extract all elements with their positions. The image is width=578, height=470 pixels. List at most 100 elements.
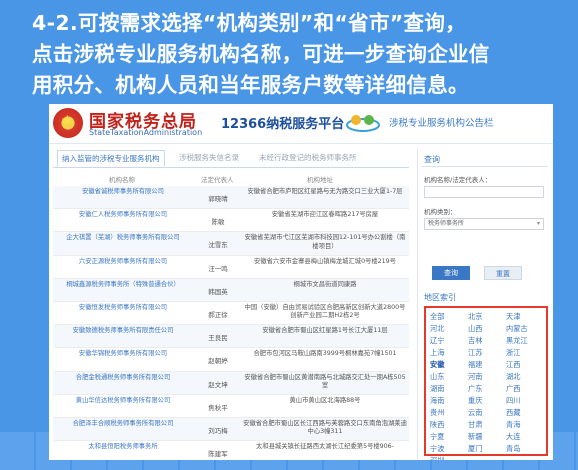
region-item[interactable]: 青海 xyxy=(506,420,544,431)
results-panel: 纳入监管的涉税专业服务机构 涉税服务失信名录 未经行政登记的税务师事务所 机构名… xyxy=(53,148,409,460)
org-name-link[interactable]: 企大祺置（芜湖）税务师事务所有限公司 xyxy=(53,234,193,243)
region-item[interactable]: 黑龙江 xyxy=(506,336,544,347)
category-value: 税务师事务所 xyxy=(428,220,465,227)
org-name-link[interactable]: 安徽恒发税务师事务所有限公司 xyxy=(53,304,193,313)
region-item[interactable]: 山西 xyxy=(468,324,506,335)
platform-title[interactable]: 12366纳税服务平台 xyxy=(221,113,344,132)
org-name-link[interactable]: 六安正源税务师事务所有限公司 xyxy=(53,258,193,267)
table-row: 合肥金税通税务师事务所有限公司 赵文坤 安徽省合肥市蜀山区黄潜南路与北城路交汇处一期… xyxy=(53,371,409,395)
chevron-down-icon: ▾ xyxy=(536,220,540,227)
region-item[interactable]: 江苏 xyxy=(468,348,506,359)
table-row: 合肥泽丰合顺税务师事务所有限公司刘巧梅 安徽省合肥市蜀山区长江西路与芙蓉路交口东南… xyxy=(53,417,409,442)
website-screenshot: 国家税务总局 StateTaxationAdministration 12366… xyxy=(49,104,553,460)
region-item[interactable]: 安徽 xyxy=(430,360,468,371)
legal-representative: 汪一鸣 xyxy=(208,264,228,273)
region-item[interactable]: 江西 xyxy=(506,360,544,371)
org-name-link[interactable]: 安徽省诚税师事务所有限公司 xyxy=(53,188,193,197)
region-grid: 全部 北京 天津河北 山西 内蒙古辽宁 吉林 黑龙江上海 江苏 浙江安徽 福建 江西山东 河南 湖北湖南… xyxy=(430,312,544,460)
legal-representative: 郝正徐 xyxy=(208,310,228,319)
category-tabs: 纳入监管的涉税专业服务机构 涉税服务失信名录 未经行政登记的税务师事务所 xyxy=(53,150,409,168)
org-name-link[interactable]: 安徽华锦税务师事务所有限公司 xyxy=(53,350,193,359)
region-item[interactable]: 浙江 xyxy=(506,348,544,359)
region-item[interactable]: 福建 xyxy=(468,360,506,371)
org-name-link[interactable]: 太和县恒阳税务师事务所 xyxy=(53,443,193,452)
legal-representative: 韩国英 xyxy=(208,287,228,296)
table-row: 桐城鑫源税务师事务所（特殊普通合伙） 韩国英 桐城市文昌街道同康路 xyxy=(53,278,409,302)
query-title: 查询 xyxy=(424,155,440,164)
region-item[interactable]: 河北 xyxy=(430,324,468,335)
tab-supervised[interactable]: 纳入监管的涉税专业服务机构 xyxy=(57,150,165,167)
region-item[interactable]: 深圳 xyxy=(430,456,468,460)
region-item[interactable]: 吉林 xyxy=(468,336,506,347)
region-item[interactable]: 重庆 xyxy=(468,396,506,407)
region-highlight-box: 全部 北京 天津河北 山西 内蒙古辽宁 吉林 黑龙江上海 江苏 浙江安徽 福建 江西山东 河南 湖北湖南… xyxy=(424,306,548,460)
legal-representative: 赵朝婷 xyxy=(208,357,228,366)
region-item[interactable]: 山东 xyxy=(430,372,468,383)
tab-unregistered[interactable]: 未经行政登记的税务师事务所 xyxy=(259,152,357,163)
region-item[interactable]: 湖南 xyxy=(430,384,468,395)
instruction-headline: 4-2.可按需求选择“机构类别”和“省市”查询， 点击涉税专业服务机构名称，可进… xyxy=(32,8,552,101)
region-item[interactable]: 厦门 xyxy=(468,444,506,455)
region-item[interactable]: 陕西 xyxy=(430,420,468,431)
org-address: 安徽省芜湖市迎江区春晖路217号房屋 xyxy=(271,211,379,219)
bulletin-subtitle: 涉税专业服务机构公告栏 xyxy=(389,118,494,129)
table-row: 太和县恒阳税务师事务所 陈建军 太和县城关镇长征路西太湖长江纪委第5号楼906- xyxy=(53,441,409,460)
region-item[interactable]: 内蒙古 xyxy=(506,324,544,335)
region-item[interactable]: 湖北 xyxy=(506,372,544,383)
region-item[interactable]: 宁夏 xyxy=(430,432,468,443)
divider xyxy=(422,166,548,167)
header-address: 机构地址 xyxy=(307,176,333,184)
category-select[interactable]: 税务师事务所 ▾ xyxy=(424,218,544,230)
region-item[interactable]: 河南 xyxy=(468,372,506,383)
org-name-en: StateTaxationAdministration xyxy=(89,128,203,137)
org-name-link[interactable]: 安徽致德税务师事务所有限责任公司 xyxy=(53,327,193,336)
table-header: 机构名称 法定代表人 机构地址 xyxy=(53,172,409,186)
table-row: 安徽恒发税务师事务所有限公司 郝正徐 中国（安徽）自由贸易试验区合肥高新区创新大道2… xyxy=(53,302,409,326)
region-item[interactable]: 辽宁 xyxy=(430,336,468,347)
region-item[interactable]: 云南 xyxy=(468,408,506,419)
region-item[interactable]: 广西 xyxy=(506,384,544,395)
org-address: 安徽省合肥市蜀山区长江西路与芙蓉路交口东南角泡湖莱迪中心3幢311 xyxy=(243,419,407,436)
region-item[interactable]: 青岛 xyxy=(506,444,544,455)
reset-button[interactable]: 重置 xyxy=(484,266,522,280)
org-name-link[interactable]: 桐城鑫源税务师事务所（特殊普通合伙） xyxy=(53,281,193,290)
region-item[interactable]: 海南 xyxy=(430,396,468,407)
region-item[interactable]: 新疆 xyxy=(468,432,506,443)
region-item[interactable]: 上海 xyxy=(430,348,468,359)
org-address: 安徽省合肥市蜀山区红星路1号长江大厦11层 xyxy=(262,327,388,335)
org-address: 安徽省合肥市庐阳区红星路与无为路交口三业大厦1-7层 xyxy=(247,188,403,195)
headline-line-3: 用积分、机构人员和当年服务户数等详细信息。 xyxy=(32,73,469,97)
table-row: 黄山华信达税务师事务所有限公司 焦秋平 黄山市黄山区北海路88号 xyxy=(53,395,409,418)
legal-representative: 焦秋平 xyxy=(208,403,228,412)
table-row: 六安正源税务师事务所有限公司汪一鸣 安徽省六安市金寨县梅山镇梅龙城汇城0号楼219… xyxy=(53,256,409,279)
org-address: 安徽省合肥市蜀山区黄潜南路与北城路交汇处一期A栋505室 xyxy=(244,373,406,390)
table-row: 安徽省诚税师事务所有限公司郭晓晴 安徽省合肥市庐阳区红星路与无为路交口三业大厦1-… xyxy=(53,186,409,210)
org-name-link[interactable]: 合肥泽丰合顺税务师事务所有限公司 xyxy=(53,420,193,429)
org-name-link[interactable]: 安徽仁人税务师事务所有限公司 xyxy=(53,211,193,220)
header-rep: 法定代表人 xyxy=(201,176,234,184)
header-name: 机构名称 xyxy=(109,176,135,184)
query-button[interactable]: 查询 xyxy=(432,266,470,280)
region-item[interactable]: 天津 xyxy=(506,312,544,323)
category-label: 机构类别： xyxy=(424,208,457,216)
name-input[interactable] xyxy=(424,186,544,198)
region-item[interactable]: 四川 xyxy=(506,396,544,407)
region-item[interactable]: 广东 xyxy=(468,384,506,395)
org-address: 安徽省六安市金寨县梅山镇梅龙城汇城0号楼219号 xyxy=(254,257,396,265)
org-name-link[interactable]: 合肥金税通税务师事务所有限公司 xyxy=(53,374,193,383)
region-item[interactable]: 贵州 xyxy=(430,408,468,419)
tab-untrustworthy[interactable]: 涉税服务失信名录 xyxy=(179,152,239,163)
query-panel: 查询 机构名称/法定代表人： 机构类别： 税务师事务所 ▾ 查询 重置 地区索引… xyxy=(417,148,553,460)
region-item[interactable]: 甘肃 xyxy=(468,420,506,431)
legal-representative: 刘巧梅 xyxy=(208,426,228,435)
region-item[interactable]: 全部 xyxy=(430,312,468,323)
legal-representative: 沈雪东 xyxy=(208,241,228,250)
region-item[interactable]: 西藏 xyxy=(506,408,544,419)
region-item[interactable]: 宁波 xyxy=(430,444,468,455)
name-label: 机构名称/法定代表人： xyxy=(424,176,492,184)
region-item[interactable]: 大连 xyxy=(506,432,544,443)
legal-representative: 郭晓晴 xyxy=(208,195,228,203)
org-name-link[interactable]: 黄山华信达税务师事务所有限公司 xyxy=(53,397,193,406)
legal-representative: 王良民 xyxy=(208,334,228,343)
region-item[interactable]: 北京 xyxy=(468,312,506,323)
